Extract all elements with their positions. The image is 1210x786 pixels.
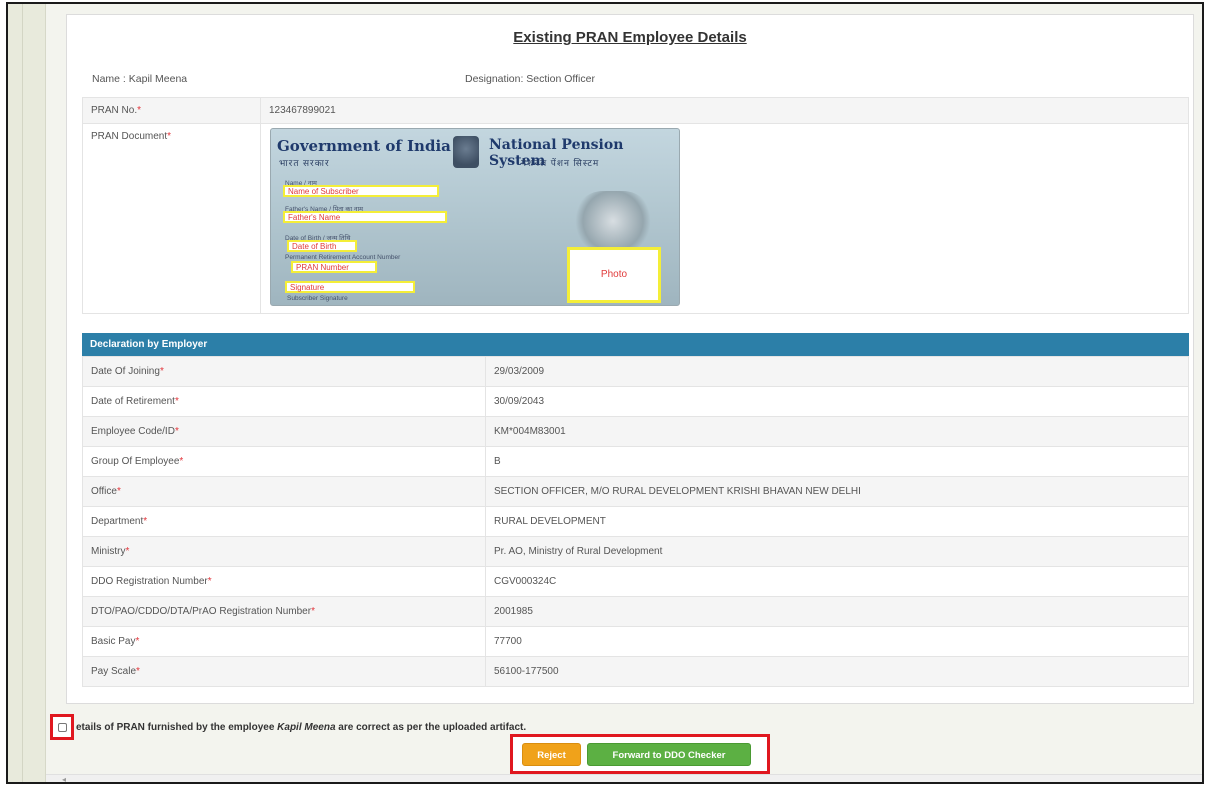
required-marker: * <box>137 105 142 116</box>
card-pran-caption: Permanent Retirement Account Number <box>285 254 401 261</box>
employee-designation: Designation: Section Officer <box>465 73 595 85</box>
row-value: Pr. AO, Ministry of Rural Development <box>485 536 1189 567</box>
row-label: Date of Retirement <box>91 396 175 407</box>
required-marker: * <box>167 131 172 142</box>
required-marker: * <box>207 576 212 587</box>
table-row: DTO/PAO/CDDO/DTA/PrAO Registration Numbe… <box>82 596 1189 627</box>
card-father-field: Father's Name <box>283 211 447 223</box>
confirm-employee-name: Kapil Meena <box>277 722 336 733</box>
table-row: Department* RURAL DEVELOPMENT <box>82 506 1189 537</box>
row-label: Date Of Joining <box>91 366 160 377</box>
employee-name: Name : Kapil Meena <box>92 73 188 85</box>
pran-number-row: PRAN No.* 123467899021 <box>82 97 1189 124</box>
required-marker: * <box>311 606 315 617</box>
reject-button[interactable]: Reject <box>522 743 581 766</box>
row-label: Basic Pay <box>91 636 136 647</box>
card-pran-field: PRAN Number <box>291 261 377 273</box>
required-marker: * <box>179 456 184 467</box>
confirm-checkbox-highlight <box>50 714 74 740</box>
pran-number-label: PRAN No. <box>91 105 138 116</box>
table-row: Date of Retirement* 30/09/2043 <box>82 386 1189 417</box>
card-signature-caption: Subscriber Signature <box>287 295 348 302</box>
pran-card-image[interactable]: Government of India भारत सरकार National … <box>270 128 680 306</box>
row-value: 2001985 <box>485 596 1189 627</box>
row-label: Pay Scale <box>91 666 137 677</box>
pran-number-value: 123467899021 <box>260 97 1189 124</box>
emblem-icon <box>453 136 479 168</box>
card-goi-subtitle: भारत सरकार <box>279 158 330 168</box>
action-buttons-highlight: Reject Forward to DDO Checker <box>510 734 770 774</box>
required-marker: * <box>135 636 140 647</box>
row-value: 29/03/2009 <box>485 356 1189 387</box>
card-dob-field: Date of Birth <box>287 240 357 252</box>
row-label: Department <box>91 516 144 527</box>
card-photo-placeholder: Photo <box>567 247 661 303</box>
row-label: DTO/PAO/CDDO/DTA/PrAO Registration Numbe… <box>91 606 312 617</box>
pran-document-label: PRAN Document <box>91 131 168 142</box>
table-row: Office* SECTION OFFICER, M/O RURAL DEVELO… <box>82 476 1189 507</box>
table-row: Basic Pay* 77700 <box>82 626 1189 657</box>
page-title: Existing PRAN Employee Details <box>513 29 747 46</box>
declaration-table: Date Of Joining* 29/03/2009 Date of Retir… <box>82 356 1189 687</box>
row-label: Ministry <box>91 546 126 557</box>
card-nps-subtitle: नेशनल पेंशन सिस्टम <box>521 158 600 168</box>
row-label: Group Of Employee <box>91 456 180 467</box>
row-label: Office <box>91 486 117 497</box>
forward-to-ddo-checker-button[interactable]: Forward to DDO Checker <box>587 743 751 766</box>
row-label: Employee Code/ID <box>91 426 175 437</box>
card-goi-title: Government of India <box>277 137 451 155</box>
table-row: Date Of Joining* 29/03/2009 <box>82 356 1189 387</box>
required-marker: * <box>116 486 121 497</box>
row-value: 56100-177500 <box>485 656 1189 687</box>
table-row: Pay Scale* 56100-177500 <box>82 656 1189 687</box>
required-marker: * <box>136 666 140 677</box>
scroll-left-icon[interactable]: ◂ <box>62 775 66 782</box>
confirm-text-start: etails of PRAN furnished by the employee <box>76 722 278 733</box>
horizontal-scrollbar[interactable]: ◂ <box>46 774 1202 782</box>
table-row: Ministry* Pr. AO, Ministry of Rural Devel… <box>82 536 1189 567</box>
left-rail <box>8 4 46 782</box>
required-marker: * <box>174 426 179 437</box>
pran-table: PRAN No.* 123467899021 PRAN Document* Go… <box>82 97 1189 314</box>
row-value: KM*004M83001 <box>485 416 1189 447</box>
required-marker: * <box>143 516 148 527</box>
hologram-icon <box>573 191 653 251</box>
row-value: 30/09/2043 <box>485 386 1189 417</box>
row-value: B <box>485 446 1189 477</box>
card-name-field: Name of Subscriber <box>283 185 439 197</box>
required-marker: * <box>174 396 179 407</box>
required-marker: * <box>159 366 164 377</box>
table-row: Employee Code/ID* KM*004M83001 <box>82 416 1189 447</box>
row-value: CGV000324C <box>485 566 1189 597</box>
required-marker: * <box>125 546 130 557</box>
row-value: RURAL DEVELOPMENT <box>485 506 1189 537</box>
row-label: DDO Registration Number <box>91 576 208 587</box>
details-panel: Existing PRAN Employee Details Name : Ka… <box>66 14 1194 704</box>
pran-document-row: PRAN Document* Government of India भारत … <box>82 123 1189 314</box>
confirm-checkbox[interactable] <box>58 723 67 732</box>
row-value: SECTION OFFICER, M/O RURAL DEVELOPMENT K… <box>485 476 1189 507</box>
table-row: Group Of Employee* B <box>82 446 1189 477</box>
browser-frame: Existing PRAN Employee Details Name : Ka… <box>6 2 1204 784</box>
declaration-header: Declaration by Employer <box>82 333 1189 356</box>
confirm-text-end: are correct as per the uploaded artifact… <box>335 722 527 733</box>
card-signature-field: Signature <box>285 281 415 293</box>
row-value: 77700 <box>485 626 1189 657</box>
confirm-statement: etails of PRAN furnished by the employee… <box>76 722 526 733</box>
table-row: DDO Registration Number* CGV000324C <box>82 566 1189 597</box>
